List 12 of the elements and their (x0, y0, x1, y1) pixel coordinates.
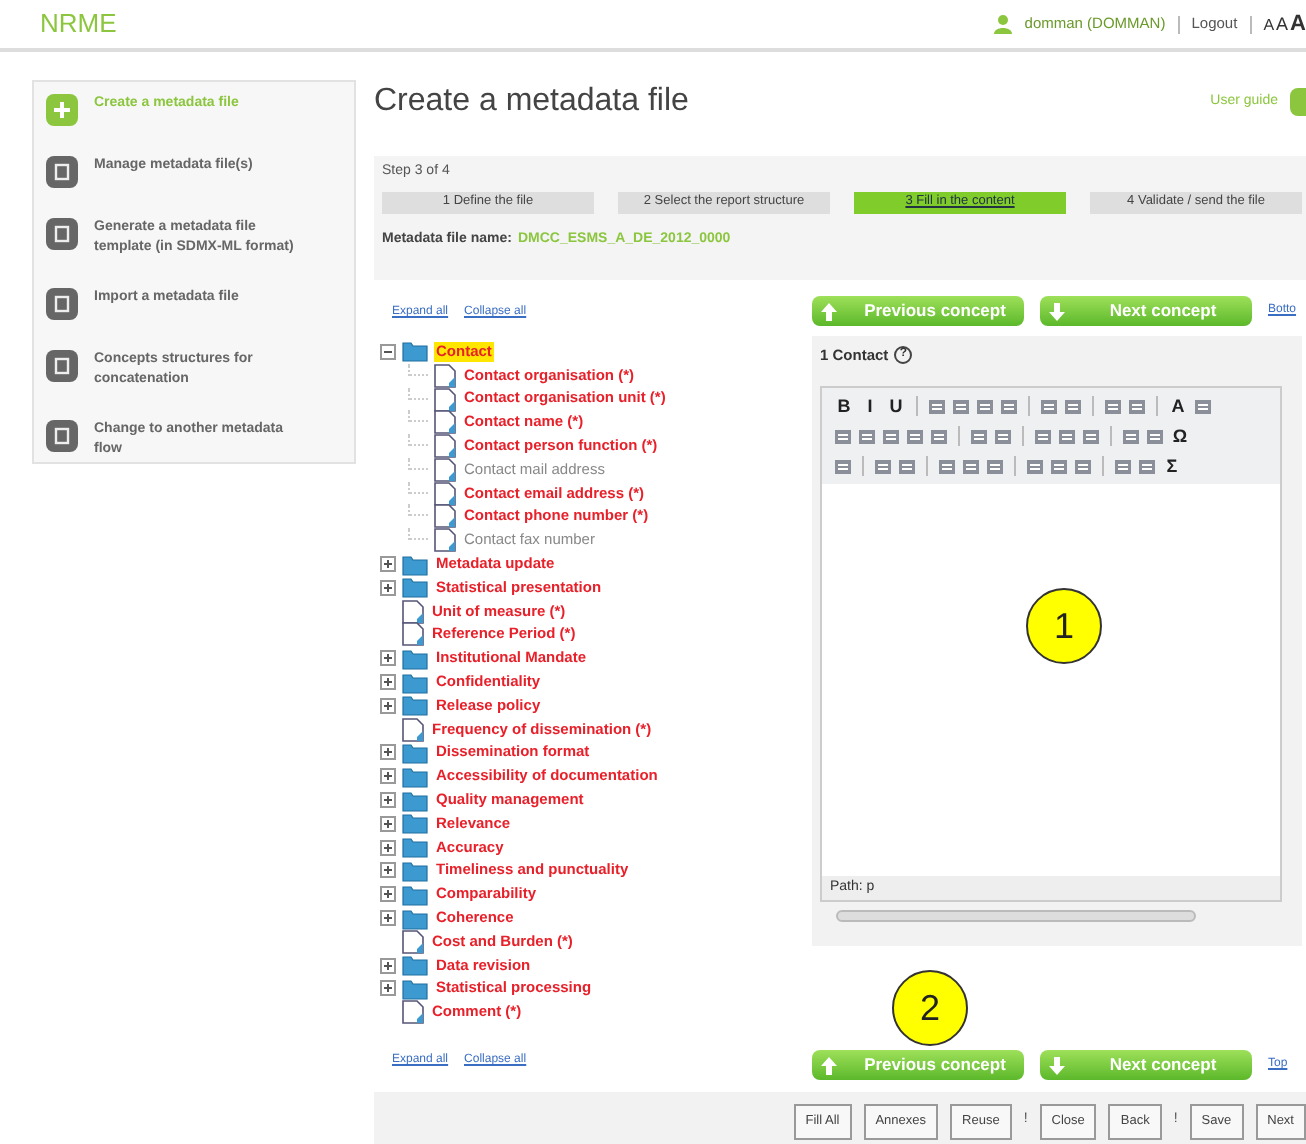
page-title: Create a metadata file (374, 82, 689, 122)
format-button[interactable]: Σ (1162, 457, 1182, 476)
format-button[interactable]: I (860, 397, 880, 416)
format-button[interactable]: U (886, 397, 906, 416)
callout-badge: 2 (892, 970, 968, 1046)
format-button[interactable]: A (1168, 397, 1188, 416)
font-size-link[interactable]: A (1263, 13, 1275, 38)
font-size-link[interactable]: A (1290, 7, 1306, 41)
font-size-link[interactable]: A (1276, 11, 1289, 39)
format-button[interactable]: Ω (1170, 427, 1190, 446)
format-button[interactable]: B (834, 397, 854, 416)
logo: NRME (40, 6, 117, 43)
